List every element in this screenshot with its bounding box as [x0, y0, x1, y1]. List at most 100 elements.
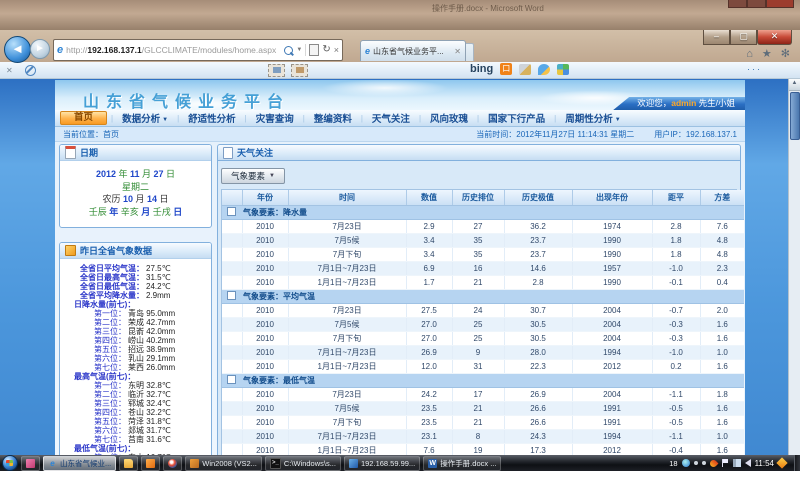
nav-item-9[interactable]: 周期性分析▼ [556, 111, 629, 125]
column-header: 数值 [406, 190, 452, 206]
nav-item-4[interactable]: 灾害查询 [247, 111, 303, 125]
group-checkbox[interactable] [227, 291, 236, 300]
favorites-star-icon[interactable]: ★ [762, 49, 772, 60]
bing-translate-icon[interactable]: 口 [500, 63, 512, 75]
address-bar[interactable]: e http://192.168.137.1/GLCCLIMATE/module… [53, 39, 343, 61]
table-cell: -0.5 [652, 416, 700, 430]
group-header-row: 气象要素：最低气温 [222, 374, 744, 388]
search-dropdown-icon[interactable]: ▼ [296, 47, 302, 53]
background-maximize-button[interactable] [747, 0, 766, 8]
table-cell: 23.7 [504, 234, 572, 248]
tab-close-icon[interactable]: ✕ [454, 47, 461, 56]
yesterday-body: 全省日平均气温：27.5℃全省日最高气温：31.5℃全省日最低气温：24.2℃全… [60, 259, 211, 470]
table-cell: 2004 [572, 388, 652, 402]
toolbar-overflow-button[interactable]: ··· [747, 64, 762, 74]
ranking-row: 第七位：莱西 26.0mm [62, 363, 209, 372]
scrollbar-thumb[interactable] [790, 92, 800, 140]
table-row: 20107月5候3.43523.719901.84.8 [222, 234, 744, 248]
refresh-icon[interactable]: ↻ [322, 45, 330, 55]
taskbar-button-console[interactable]: >_C:\Windows\s... [265, 456, 341, 471]
table-cell: 1月1日~7月23日 [288, 276, 406, 290]
start-button[interactable] [2, 455, 18, 471]
group-checkbox[interactable] [227, 207, 236, 216]
group-checkbox[interactable] [227, 375, 236, 384]
taskbar-button-ie[interactable]: e山东省气候业... [43, 456, 116, 471]
table-cell: 1.0 [700, 430, 744, 444]
browser-forward-button[interactable]: ► [30, 39, 50, 59]
vs-icon [190, 459, 199, 468]
minimize-button[interactable]: – [703, 30, 730, 45]
nav-item-2[interactable]: 数据分析▼ [113, 111, 177, 125]
rewards-icon[interactable] [519, 64, 531, 75]
taskbar-button-folder[interactable] [119, 456, 138, 471]
compatibility-view-icon[interactable] [309, 44, 319, 56]
stop-icon[interactable]: × [334, 46, 339, 55]
browser-back-button[interactable]: ◄ [4, 36, 31, 63]
welcome-banner: 欢迎您，admin 先生/小姐 [613, 97, 745, 110]
taskbar-button-word[interactable]: W操作手册.docx ... [423, 456, 501, 471]
summary-value: 24.2℃ [144, 282, 171, 291]
nav-item-5[interactable]: 整编资料 [305, 111, 361, 125]
nav-item-8[interactable]: 国家下行产品 [479, 111, 554, 125]
table-cell: 2010 [242, 304, 288, 318]
scrollbar-up-arrow[interactable]: ▲ [789, 78, 800, 91]
rank-label: 第七位： [62, 435, 126, 444]
browser-tab[interactable]: e 山东省气候业务平... ✕ [360, 40, 466, 61]
action-center-flag-icon[interactable] [721, 459, 729, 467]
page-viewport: 山东省气候业务平台 欢迎您，admin 先生/小姐 首页|数据分析▼|舒适性分析… [0, 78, 800, 470]
background-minimize-button[interactable] [728, 0, 747, 8]
nav-item-7[interactable]: 风向玫瑰 [421, 111, 477, 125]
remote-icon [349, 459, 358, 468]
tray-app-icon[interactable] [682, 459, 690, 467]
settings-gear-icon[interactable]: ✻ [781, 49, 790, 60]
document-icon [223, 147, 233, 159]
pinwheel-addon-icon[interactable] [557, 64, 569, 75]
address-url[interactable]: http://192.168.137.1/GLCCLIMATE/modules/… [66, 45, 284, 55]
taskbar-button-vs[interactable]: Win2008 (VS2... [185, 456, 262, 471]
table-cell: 28.0 [504, 346, 572, 360]
table-cell: 2010 [242, 276, 288, 290]
table-cell: 14.6 [504, 262, 572, 276]
tray-dot-icon[interactable] [694, 461, 698, 465]
table-cell: 26.9 [406, 346, 452, 360]
background-close-button[interactable] [766, 0, 794, 8]
addon-stamp-icon[interactable] [268, 64, 285, 77]
maximize-button[interactable]: ▢ [730, 30, 757, 45]
taskbar-button-pink[interactable] [21, 456, 40, 471]
page-favicon-icon: e [57, 44, 63, 56]
taskbar-button-orange[interactable] [141, 456, 160, 471]
tray-dot2-icon[interactable] [702, 461, 706, 465]
element-dropdown-button[interactable]: 气象要素 ▼ [221, 168, 285, 184]
taskbar-button-remote[interactable]: 192.168.59.99... [344, 456, 420, 471]
close-toolbar-icon[interactable]: ✕ [6, 66, 13, 75]
desktop-gadget-icon[interactable] [776, 457, 787, 468]
table-cell: 21 [452, 416, 504, 430]
network-icon[interactable] [733, 459, 741, 467]
bird-addon-icon[interactable] [538, 64, 550, 75]
nav-item-6[interactable]: 天气关注 [363, 111, 419, 125]
row-checkbox-cell [222, 346, 242, 360]
browser-window: – ▢ ✕ ◄ ► e http://192.168.137.1/GLCCLIM… [0, 30, 800, 470]
taskbar-button-media[interactable] [163, 456, 182, 471]
volume-icon[interactable] [745, 459, 751, 467]
show-desktop-button[interactable] [794, 455, 800, 471]
table-cell: 22.3 [504, 360, 572, 374]
row-checkbox-cell [222, 402, 242, 416]
vertical-scrollbar[interactable]: ▲ [788, 78, 800, 470]
search-icon[interactable] [284, 46, 293, 55]
close-button[interactable]: ✕ [757, 30, 792, 45]
rank-label: 第一位： [62, 309, 126, 318]
nav-item-3[interactable]: 舒适性分析 [179, 111, 245, 125]
home-icon[interactable]: ⌂ [746, 49, 753, 60]
window-controls: – ▢ ✕ [703, 30, 792, 45]
nav-item-1[interactable]: 首页 [60, 111, 107, 125]
bing-logo[interactable]: bing [470, 63, 493, 75]
table-cell: 1974 [572, 220, 652, 234]
table-cell: 26.9 [504, 388, 572, 402]
blocked-content-icon[interactable] [25, 65, 36, 76]
tray-security-icon[interactable] [708, 458, 718, 468]
weather-focus-body: 气象要素 ▼ 年份时间数值历史排位历史极值出现年份距平方差 [217, 161, 741, 470]
main-content: 天气关注 气象要素 ▼ [217, 144, 741, 470]
addon-stamp2-icon[interactable] [291, 64, 308, 77]
taskbar-clock[interactable]: 11:54 [755, 459, 774, 468]
